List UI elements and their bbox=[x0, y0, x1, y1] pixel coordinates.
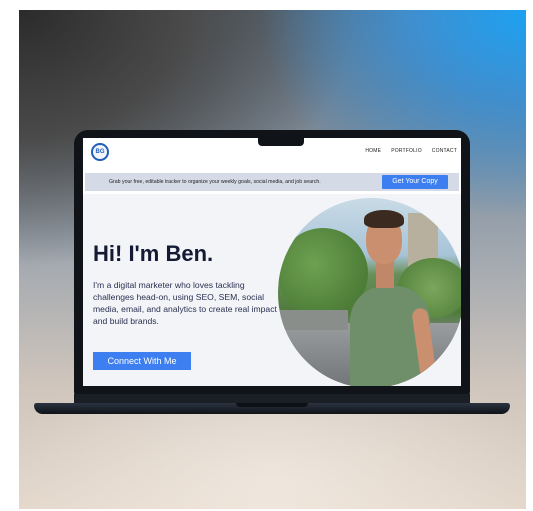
profile-photo bbox=[278, 198, 461, 386]
connect-button[interactable]: Connect With Me bbox=[93, 352, 191, 370]
hero-description: I'm a digital marketer who loves tacklin… bbox=[93, 280, 277, 326]
hero-title: Hi! I'm Ben. bbox=[93, 241, 214, 266]
nav-link-contact[interactable]: CONTACT bbox=[432, 148, 457, 154]
nav-link-home[interactable]: HOME bbox=[365, 148, 381, 154]
laptop-base bbox=[34, 403, 510, 414]
promo-banner: Grab your free, editable tracker to orga… bbox=[85, 173, 459, 191]
nav-link-portfolio[interactable]: PORTFOLIO bbox=[391, 148, 422, 154]
photo-wall bbox=[278, 310, 348, 330]
camera-notch bbox=[258, 138, 304, 146]
banner-text: Grab your free, editable tracker to orga… bbox=[109, 179, 321, 185]
laptop-screen: BG HOME PORTFOLIO CONTACT Grab your free… bbox=[83, 138, 461, 386]
nav-links: HOME PORTFOLIO CONTACT bbox=[365, 148, 457, 154]
get-copy-button[interactable]: Get Your Copy bbox=[382, 175, 448, 189]
laptop-lid: BG HOME PORTFOLIO CONTACT Grab your free… bbox=[74, 130, 470, 396]
hero-section: Hi! I'm Ben. I'm a digital marketer who … bbox=[83, 194, 461, 386]
person-hair bbox=[364, 210, 404, 228]
laptop-groove bbox=[236, 403, 308, 407]
logo-icon[interactable]: BG bbox=[91, 143, 109, 161]
